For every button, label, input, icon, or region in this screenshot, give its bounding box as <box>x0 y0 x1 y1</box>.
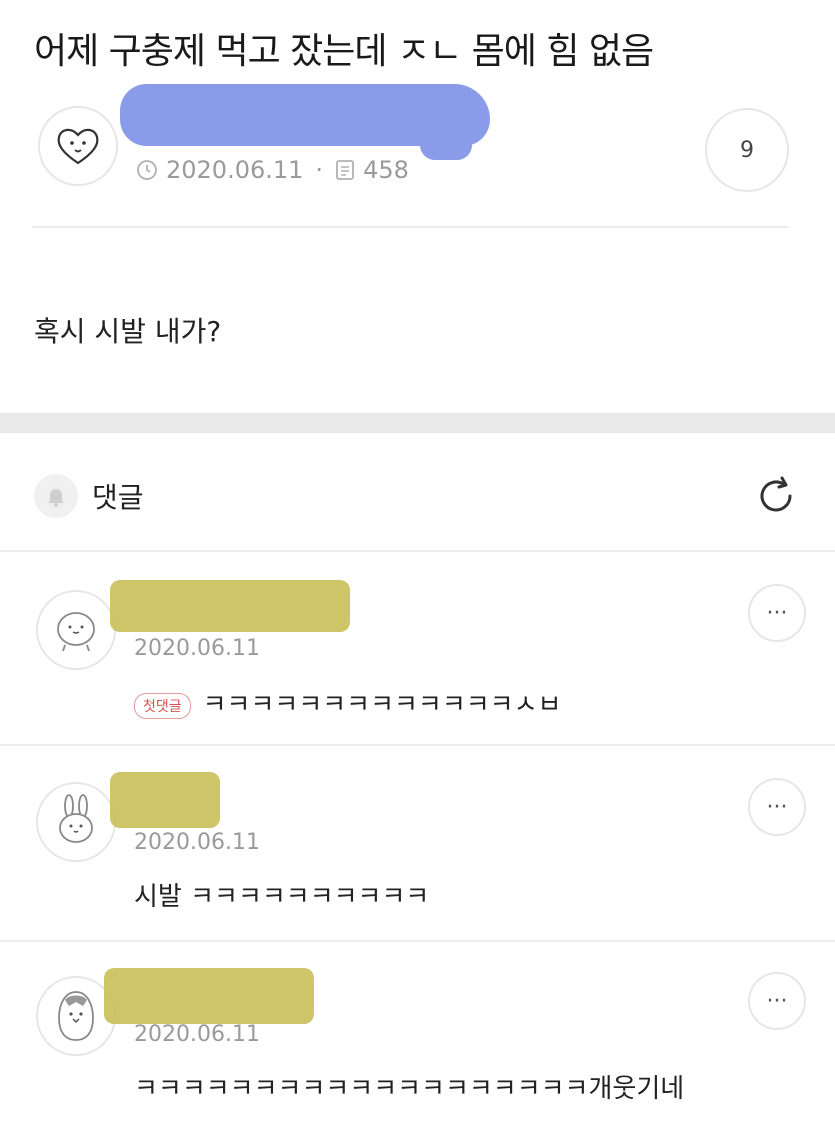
bunny-icon <box>59 794 93 843</box>
bell-icon[interactable] <box>34 474 78 518</box>
post-views: 458 <box>363 156 409 184</box>
more-options-button[interactable]: ··· <box>748 778 806 836</box>
post-body: 혹시 시발 내가? <box>34 315 222 348</box>
ellipsis-icon: ··· <box>766 988 788 1014</box>
comment-text: 첫댓글 ㅋㅋㅋㅋㅋㅋㅋㅋㅋㅋㅋㅋㅋㅅㅂ <box>134 684 561 721</box>
more-options-button[interactable]: ··· <box>748 584 806 642</box>
author-name-redaction-tail <box>420 130 472 160</box>
divider <box>0 744 835 746</box>
comment-body: ㅋㅋㅋㅋㅋㅋㅋㅋㅋㅋㅋㅋㅋㅋㅋㅋㅋㅋㅋ개웃기네 <box>134 1074 685 1104</box>
refresh-icon[interactable] <box>752 472 800 520</box>
comment-date: 2020.06.11 <box>134 636 260 661</box>
comment-date: 2020.06.11 <box>134 830 260 855</box>
first-comment-badge: 첫댓글 <box>134 692 191 719</box>
ellipsis-icon: ··· <box>766 600 788 626</box>
bell-icon-glyph <box>48 489 64 507</box>
divider <box>0 550 835 552</box>
post-title: 어제 구충제 먹고 잤는데 ㅈㄴ 몸에 힘 없음 <box>34 31 654 72</box>
post-meta: 2020.06.11 · 458 <box>136 156 409 184</box>
comment-body: 시발 ㅋㅋㅋㅋㅋㅋㅋㅋㅋㅋ <box>134 882 430 912</box>
commenter-name-redaction <box>110 580 350 632</box>
comment-date: 2020.06.11 <box>134 1022 260 1047</box>
divider <box>32 226 788 228</box>
comments-header: 댓글 <box>34 474 144 518</box>
round-face-icon <box>57 612 95 652</box>
divider <box>0 940 835 942</box>
commenter-name-redaction <box>104 968 314 1024</box>
comment-count: 9 <box>740 137 754 163</box>
comment-body: ㅋㅋㅋㅋㅋㅋㅋㅋㅋㅋㅋㅋㅋㅅㅂ <box>202 690 562 720</box>
comment-avatar[interactable] <box>36 782 116 862</box>
comments-label: 댓글 <box>92 481 144 514</box>
penguin-icon <box>58 991 94 1041</box>
clock-icon <box>137 160 157 180</box>
meta-separator: · <box>315 156 324 184</box>
document-icon <box>336 160 354 180</box>
author-avatar[interactable] <box>38 106 118 186</box>
post-date: 2020.06.11 <box>166 156 304 184</box>
ellipsis-icon: ··· <box>766 794 788 820</box>
section-separator <box>0 413 835 433</box>
comment-count-button[interactable]: 9 <box>705 108 789 192</box>
more-options-button[interactable]: ··· <box>748 972 806 1030</box>
commenter-name-redaction <box>110 772 220 828</box>
comment-avatar[interactable] <box>36 590 116 670</box>
heart-face-icon <box>57 128 99 165</box>
